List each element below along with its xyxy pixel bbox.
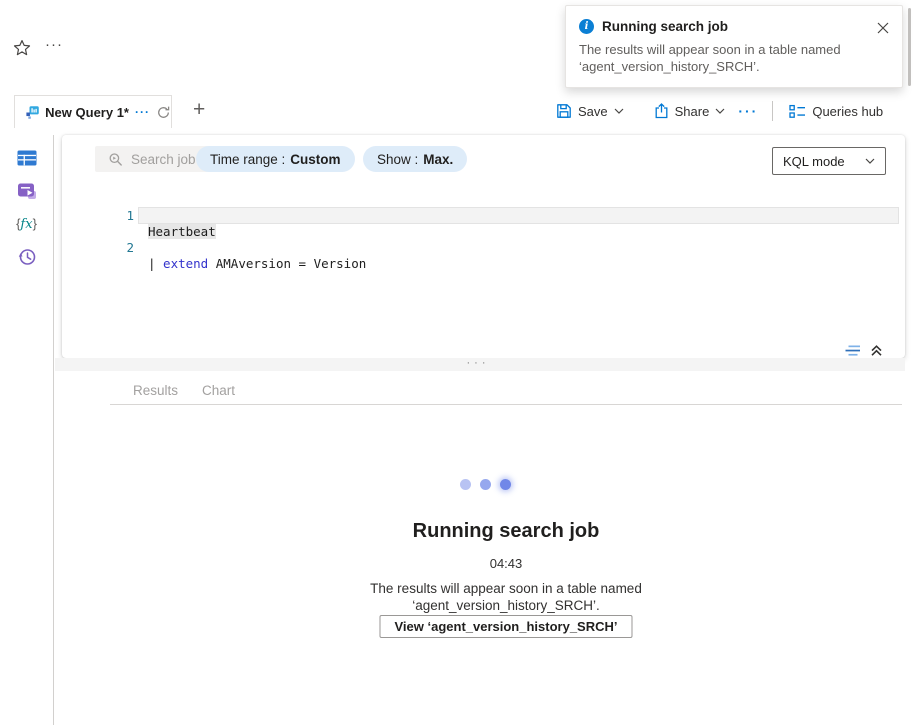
favorite-star-icon[interactable] [13,39,31,57]
search-job-button[interactable]: Search job [95,146,209,172]
toast-body-line1: The results will appear soon in a table … [579,42,841,57]
toast-title: Running search job [602,19,729,34]
save-label: Save [578,103,608,119]
time-range-value: Custom [290,151,341,167]
loading-dot [499,479,511,490]
elapsed-time: 04:43 [489,556,523,571]
search-job-label: Search job [131,151,196,167]
status-title: Running search job [412,520,600,542]
toolbar-divider [772,101,774,121]
splitter-dots: ··· [466,357,490,369]
editor-line-1[interactable]: 1 Heartbeat [62,192,902,239]
toast-body: The results will appear soon in a table … [566,34,902,87]
editor-line-2[interactable]: 2 | extend AMAversion = Version [62,207,902,271]
current-line-highlight [138,207,899,224]
tab-label: New Query 1* [45,104,129,120]
tab-more-button[interactable]: ··· [135,105,150,119]
chevron-down-icon [715,108,725,114]
collapse-editor-icon[interactable] [870,344,883,357]
functions-fx-label: fx [20,217,33,232]
results-splitter-handle[interactable]: ··· [55,358,905,371]
show-limit-pill[interactable]: Show : Max. [363,146,468,172]
query-history-icon[interactable] [15,247,39,267]
share-button[interactable]: Share [654,103,726,119]
status-message-line1: The results will appear soon in a table … [370,581,642,596]
share-label: Share [674,103,710,119]
functions-brace-close: } [32,216,37,231]
time-range-label: Time range : [210,151,286,167]
tab-results[interactable]: Results [133,383,178,398]
share-icon [655,103,668,119]
info-icon: i [579,19,594,34]
editor-line2-rest: AMAversion = Version [208,256,367,271]
queries-hub-icon [789,104,806,118]
editor-line2-pipe: | [148,256,156,271]
editor-line1-text: Heartbeat [148,224,216,239]
notification-toast: i Running search job The results will ap… [565,5,903,88]
view-table-button[interactable]: View ‘agent_version_history_SRCH’ [379,615,633,638]
word-wrap-icon[interactable] [845,345,863,357]
line-number: 2 [126,240,134,255]
loading-dot [459,479,471,490]
chevron-down-icon [614,108,624,114]
query-tab-icon [26,105,39,119]
save-button[interactable]: Save [556,103,624,119]
tables-icon[interactable] [15,148,39,168]
schema-rail: {fx} [0,135,54,725]
topbar-more-button[interactable]: ··· [45,36,63,53]
save-icon [557,104,571,118]
show-label: Show : [377,151,419,167]
loading-dots-spinner [89,479,881,490]
tab-refresh-icon[interactable] [156,105,171,120]
toast-body-line2: ‘agent_version_history_SRCH’. [579,59,760,74]
status-message-line2: ‘agent_version_history_SRCH’. [412,598,600,613]
notification-panel-scrollbar[interactable] [908,8,911,86]
query-editor-card: Search job Time range : Custom Show : Ma… [62,135,905,358]
close-icon[interactable] [873,18,893,38]
tab-chart[interactable]: Chart [202,383,235,398]
editor-line2-keyword: extend [155,256,209,271]
toolbar-more-button[interactable]: ··· [738,103,758,119]
queries-hub-button[interactable]: Queries hub [789,104,883,119]
new-tab-button[interactable]: + [193,97,205,123]
functions-icon[interactable]: {fx} [15,214,39,234]
results-tabs-divider [110,404,902,405]
tab-new-query-1[interactable]: New Query 1* ··· [14,95,172,128]
chevron-down-icon [865,158,875,164]
queries-icon[interactable] [15,181,39,201]
search-job-icon [109,152,122,166]
time-range-pill[interactable]: Time range : Custom [196,146,355,172]
query-toolbar: Save Share ··· Queries hub [556,97,883,125]
kql-mode-select[interactable]: KQL mode [772,147,886,175]
show-value: Max. [423,151,454,167]
kql-mode-value: KQL mode [783,153,845,169]
queries-hub-label: Queries hub [812,103,884,119]
loading-dot [479,479,491,490]
results-panel: Results Chart Running search job 04:43 T… [55,371,905,725]
